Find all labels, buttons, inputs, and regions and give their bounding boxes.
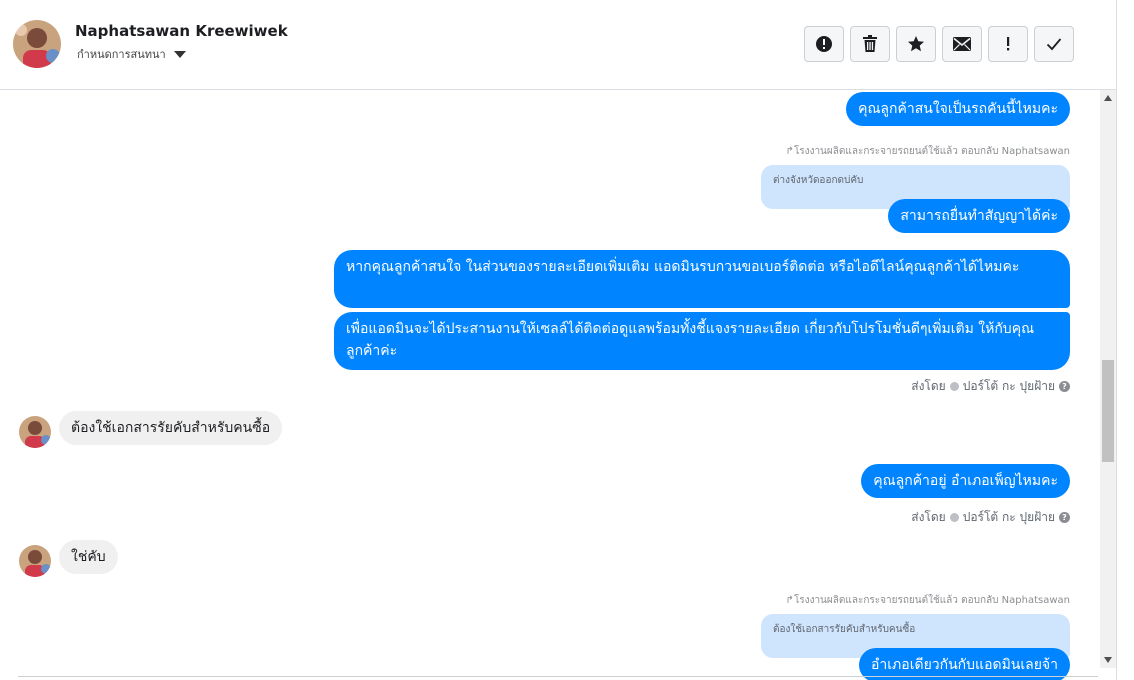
contact-avatar-small[interactable]: [19, 545, 51, 577]
spam-button[interactable]: [988, 26, 1028, 62]
outgoing-message: หากคุณลูกค้าสนใจ ในส่วนของรายละเอียดเพิ่…: [334, 250, 1070, 308]
reply-arrow-icon: ↱: [785, 595, 794, 606]
reply-context-label: ↱โรงงานผลิตและกระจายรถยนต์ใช้แล้ว ตอบกลั…: [785, 595, 1070, 606]
checkmark-icon: [1046, 38, 1062, 51]
message-list-scrollbar[interactable]: [1100, 90, 1116, 668]
outgoing-message: เพื่อแอดมินจะได้ประสานงานให้เซลล์ได้ติดต…: [334, 312, 1070, 370]
contact-name: Naphatsawan Kreewiwek: [75, 22, 288, 40]
mark-unread-button[interactable]: [942, 26, 982, 62]
message-list[interactable]: คุณลูกค้าสนใจเป็นรถคันนี้ไหมคะ ↱โรงงานผล…: [0, 90, 1100, 680]
scroll-up-arrow-icon[interactable]: [1104, 95, 1112, 101]
help-icon[interactable]: ?: [1059, 512, 1070, 523]
star-button[interactable]: [896, 26, 936, 62]
incoming-message: ต้องใช้เอกสารรัยคับสำหรับคนซื้อ: [59, 411, 283, 445]
exclamation-icon: [1007, 37, 1010, 51]
sent-by-label: ส่งโดย ปอร์โต้ กะ ปุยฝ้าย ?: [911, 377, 1070, 396]
schedule-label: กำหนดการสนทนา: [77, 48, 166, 61]
trash-icon: [863, 35, 877, 52]
outgoing-message: สามารถยื่นทำสัญญาได้ค่ะ: [888, 199, 1070, 233]
scroll-down-arrow-icon[interactable]: [1104, 657, 1112, 663]
outgoing-message: คุณลูกค้าอยู่ อำเภอเพ็ญไหมคะ: [861, 464, 1070, 498]
envelope-icon: [953, 37, 971, 51]
outgoing-message: คุณลูกค้าสนใจเป็นรถคันนี้ไหมคะ: [846, 92, 1070, 126]
sent-by-label: ส่งโดย ปอร์โต้ กะ ปุยฝ้าย ?: [911, 508, 1070, 527]
reply-arrow-icon: ↱: [785, 146, 794, 157]
help-icon[interactable]: ?: [1059, 381, 1070, 392]
contact-avatar-small[interactable]: [19, 416, 51, 448]
mark-done-button[interactable]: [1034, 26, 1074, 62]
contact-avatar[interactable]: [13, 20, 61, 68]
star-icon: [908, 36, 924, 52]
composer-divider: [18, 676, 1098, 677]
toolbar: [804, 26, 1074, 62]
incoming-message: ใช่คับ: [59, 540, 118, 574]
caret-down-icon: [173, 50, 186, 58]
verified-dot-icon: [949, 513, 959, 522]
delete-button[interactable]: [850, 26, 890, 62]
reply-context-label: ↱โรงงานผลิตและกระจายรถยนต์ใช้แล้ว ตอบกลั…: [785, 146, 1070, 157]
conversation-schedule-dropdown[interactable]: กำหนดการสนทนา: [77, 45, 186, 63]
report-button[interactable]: [804, 26, 844, 62]
scroll-thumb[interactable]: [1102, 360, 1114, 462]
alert-circle-icon: [816, 36, 832, 52]
conversation-panel: Naphatsawan Kreewiwek กำหนดการสนทนา คุณล…: [0, 0, 1117, 680]
verified-dot-icon: [949, 382, 959, 391]
conversation-header: Naphatsawan Kreewiwek กำหนดการสนทนา: [0, 0, 1116, 90]
